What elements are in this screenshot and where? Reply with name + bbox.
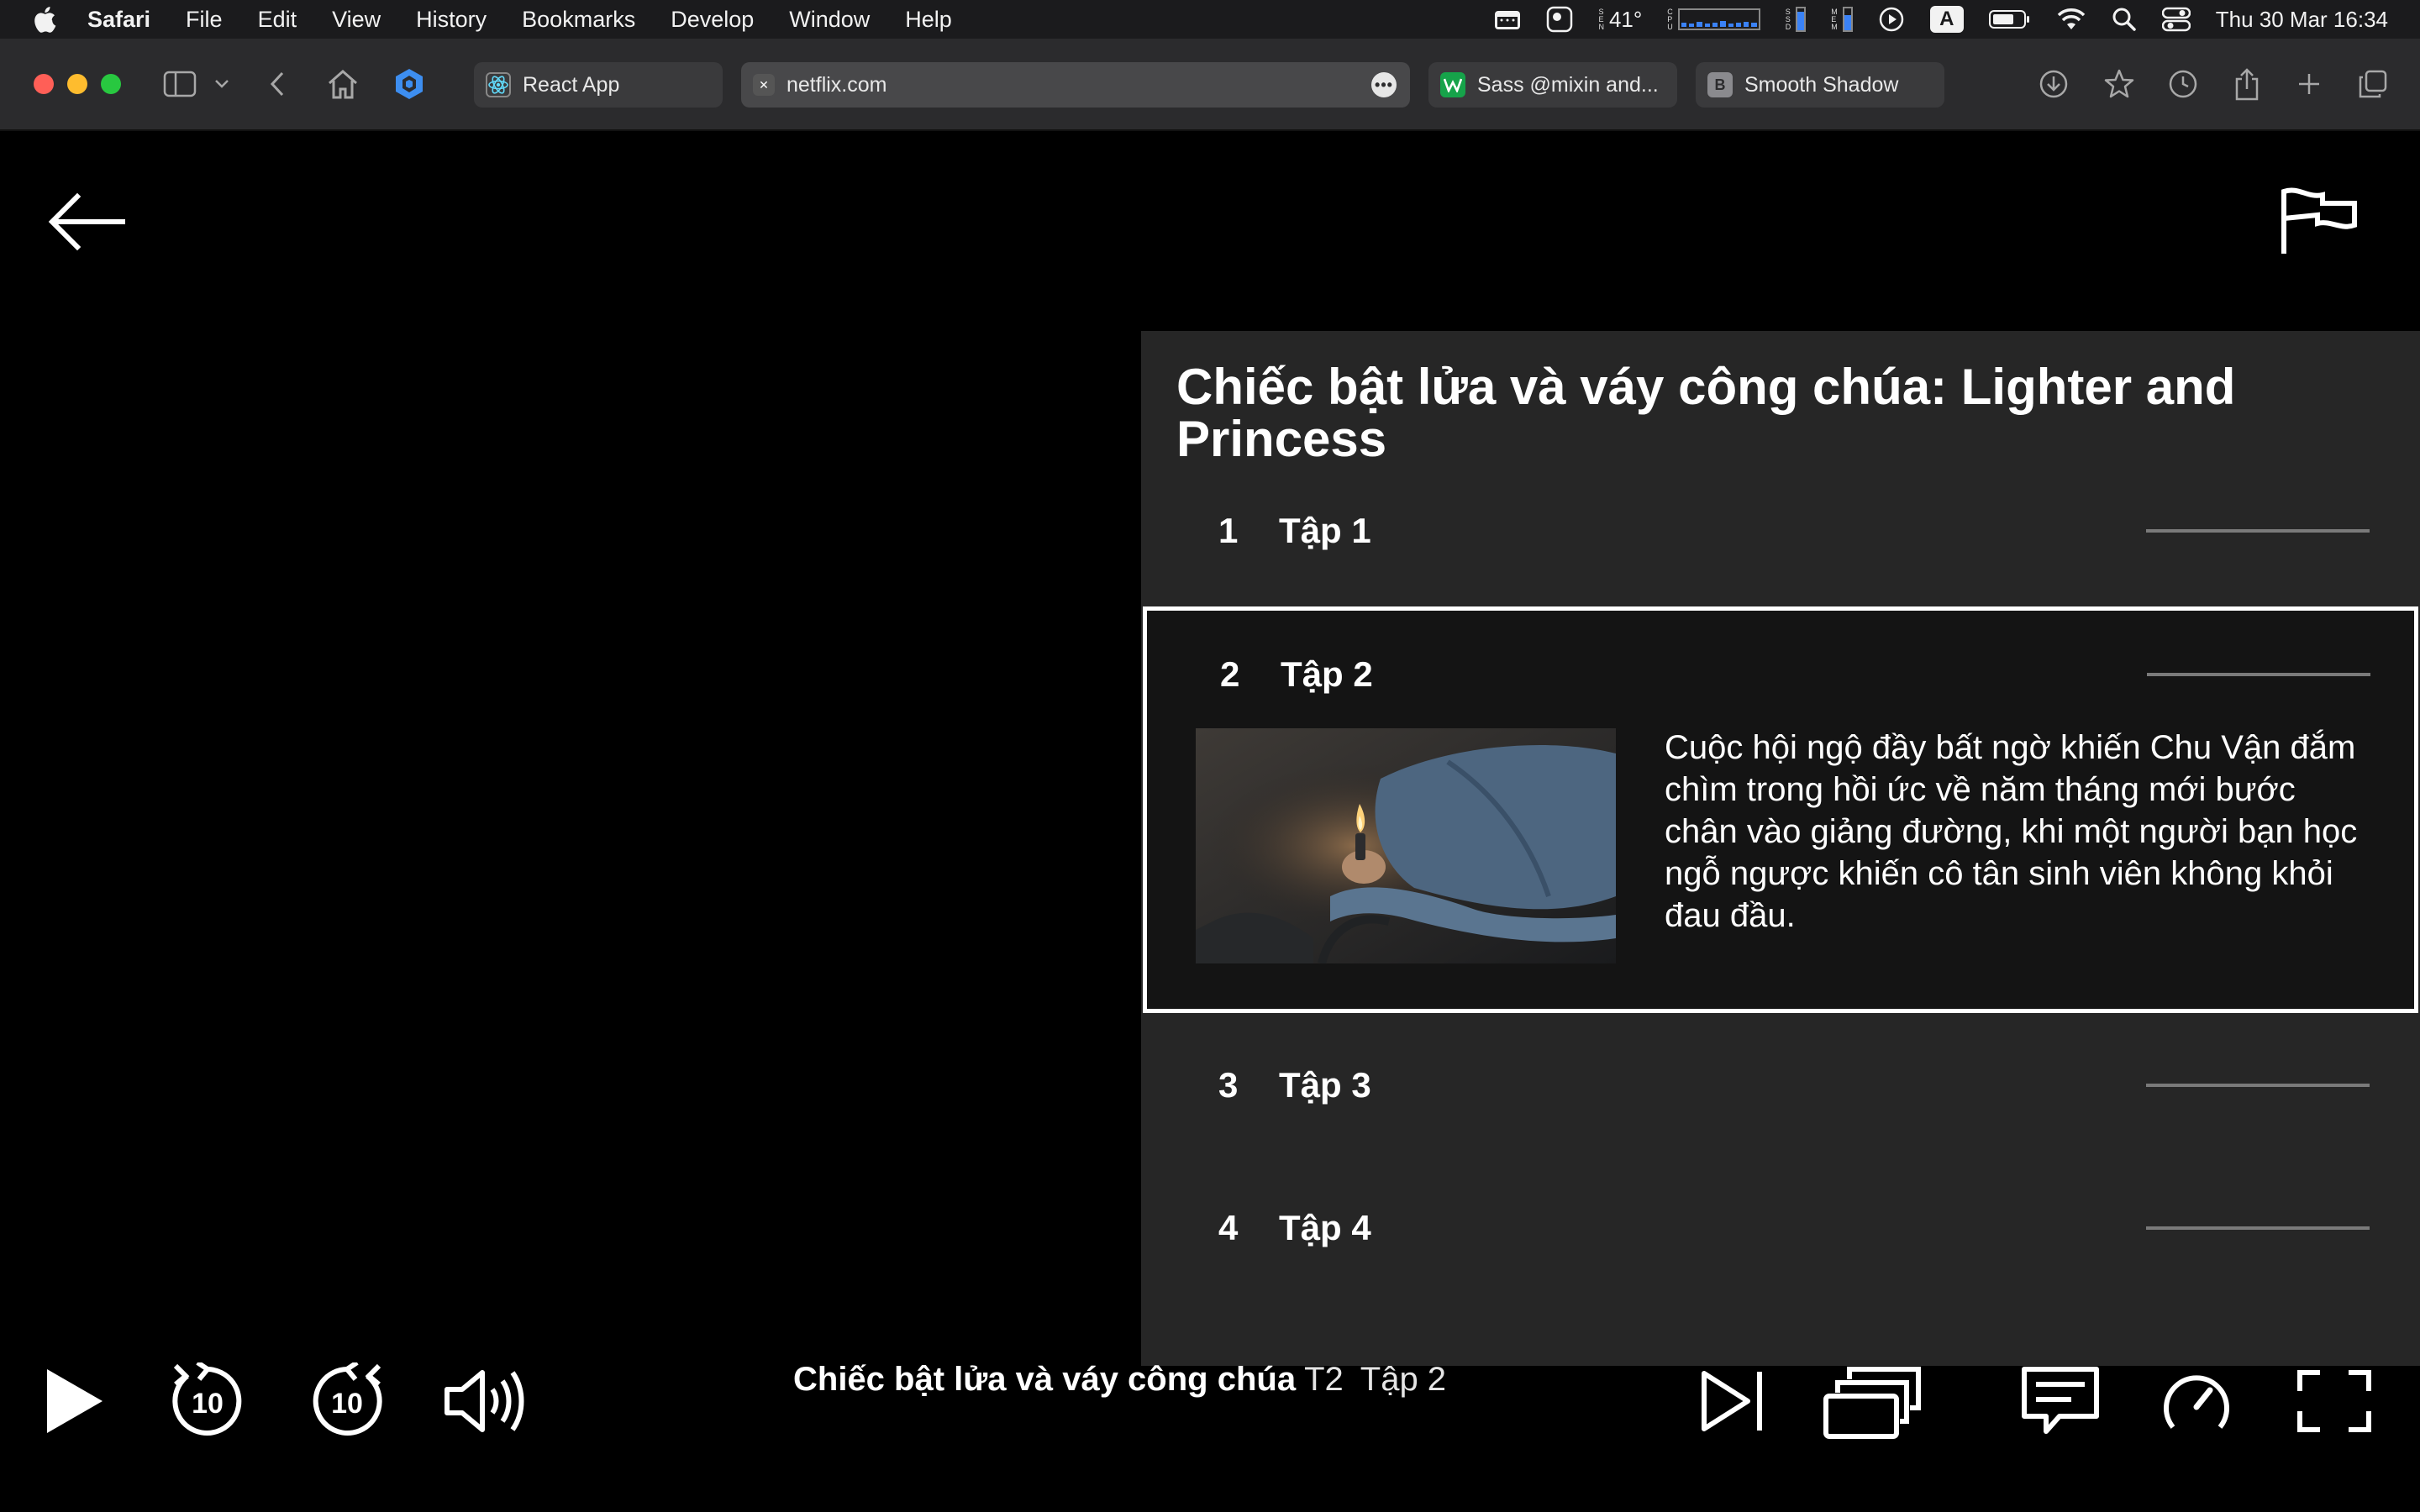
home-icon[interactable] bbox=[323, 64, 363, 104]
bookmark-star-icon[interactable] bbox=[2099, 64, 2139, 104]
episode-row[interactable]: 1 Tập 1 bbox=[1141, 459, 2420, 601]
episode-progress-bar bbox=[2146, 529, 2370, 533]
screen-record-status-icon[interactable] bbox=[1546, 6, 1573, 33]
apple-logo-icon[interactable] bbox=[32, 6, 57, 33]
minimize-window-button[interactable] bbox=[67, 74, 87, 94]
back-chevron-icon[interactable] bbox=[257, 64, 297, 104]
episode-progress-bar bbox=[2146, 1084, 2370, 1087]
calendar-status-icon[interactable] bbox=[1494, 8, 1521, 30]
ssd-monitor[interactable]: SSD bbox=[1786, 7, 1807, 32]
mem-label: MEM bbox=[1831, 7, 1838, 31]
volume-icon[interactable] bbox=[444, 1361, 524, 1441]
playback-speed-icon[interactable] bbox=[2156, 1361, 2237, 1441]
rewind-10-icon[interactable]: 10 bbox=[166, 1361, 249, 1441]
ssd-label: SSD bbox=[1785, 7, 1791, 31]
share-icon[interactable] bbox=[2227, 64, 2267, 104]
wifi-icon[interactable] bbox=[2056, 8, 2086, 31]
menu-file[interactable]: File bbox=[186, 7, 223, 33]
subtitles-audio-icon[interactable] bbox=[2020, 1361, 2101, 1441]
safari-toolbar: React App ✕ netflix.com ••• Sass @mixin … bbox=[0, 39, 2420, 131]
episode-title: Tập 1 bbox=[1279, 511, 1371, 550]
menu-bookmarks[interactable]: Bookmarks bbox=[522, 7, 635, 33]
now-playing-title: Chiếc bật lửa và váy công chúa T2 Tập 2 bbox=[793, 1361, 1446, 1399]
tab-smooth-shadow[interactable]: B Smooth Shadow bbox=[1696, 62, 1944, 108]
menu-edit[interactable]: Edit bbox=[258, 7, 297, 33]
tab-sass-mixin[interactable]: Sass @mixin and... bbox=[1428, 62, 1677, 108]
netflix-icon: ✕ bbox=[753, 74, 775, 96]
episode-number: 4 bbox=[1218, 1208, 1239, 1247]
episode-title: Tập 4 bbox=[1279, 1208, 1371, 1247]
episodes-list-icon[interactable] bbox=[1822, 1361, 1923, 1441]
panel-title: Chiếc bật lửa và váy công chúa: Lighter … bbox=[1176, 359, 2236, 467]
video-player[interactable]: Chiếc bật lửa và váy công chúa: Lighter … bbox=[0, 131, 2420, 1512]
play-icon[interactable] bbox=[39, 1361, 109, 1441]
tab-label: Smooth Shadow bbox=[1744, 72, 1899, 97]
episode-row[interactable]: 4 Tập 4 bbox=[1141, 1156, 2420, 1299]
battery-icon[interactable] bbox=[1988, 8, 2031, 30]
w-icon bbox=[1440, 72, 1465, 97]
input-source-icon[interactable]: A bbox=[1929, 6, 1964, 33]
history-clock-icon[interactable] bbox=[2163, 64, 2203, 104]
chevron-down-icon[interactable] bbox=[205, 64, 239, 104]
episode-title: Tập 2 bbox=[1281, 654, 1373, 694]
downloads-icon[interactable] bbox=[2033, 64, 2074, 104]
macos-menu-bar: Safari File Edit View History Bookmarks … bbox=[0, 0, 2420, 39]
menu-view[interactable]: View bbox=[332, 7, 381, 33]
forward-10-icon[interactable]: 10 bbox=[306, 1361, 388, 1441]
menu-window[interactable]: Window bbox=[789, 7, 870, 33]
sensor-label: SEN bbox=[1598, 7, 1604, 31]
tab-label: React App bbox=[523, 72, 620, 97]
control-center-icon[interactable] bbox=[2161, 7, 2191, 32]
ssd-bar bbox=[1796, 7, 1807, 32]
menubar-clock[interactable]: Thu 30 Mar 16:34 bbox=[2216, 7, 2388, 33]
menu-develop[interactable]: Develop bbox=[671, 7, 754, 33]
new-tab-plus-icon[interactable] bbox=[2289, 64, 2329, 104]
close-window-button[interactable] bbox=[34, 74, 54, 94]
b-icon: B bbox=[1707, 72, 1733, 97]
zoom-window-button[interactable] bbox=[101, 74, 121, 94]
now-playing-show: Chiếc bật lửa và váy công chúa bbox=[793, 1361, 1297, 1398]
tab-label: Sass @mixin and... bbox=[1477, 72, 1659, 97]
menu-help[interactable]: Help bbox=[905, 7, 952, 33]
episode-list-panel: Chiếc bật lửa và váy công chúa: Lighter … bbox=[1141, 331, 2420, 1366]
spotlight-search-icon[interactable] bbox=[2112, 7, 2137, 32]
episode-description: Cuộc hội ngộ đầy bất ngờ khiến Chu Vận đ… bbox=[1665, 729, 2358, 934]
temperature-sensor[interactable]: SEN 41° bbox=[1598, 7, 1642, 33]
tab-netflix[interactable]: ✕ netflix.com ••• bbox=[741, 62, 1410, 108]
episode-row[interactable]: 3 Tập 3 bbox=[1141, 1013, 2420, 1156]
episode-number: 2 bbox=[1220, 654, 1240, 694]
cpu-monitor[interactable]: CPU bbox=[1667, 8, 1760, 31]
tab-overview-icon[interactable] bbox=[2353, 64, 2393, 104]
temperature-value: 41° bbox=[1608, 6, 1643, 32]
next-episode-icon[interactable] bbox=[1697, 1361, 1770, 1441]
forward-seconds: 10 bbox=[331, 1388, 363, 1420]
episode-progress-bar bbox=[2146, 1226, 2370, 1230]
fullscreen-icon[interactable] bbox=[2294, 1361, 2375, 1441]
back-arrow-icon[interactable] bbox=[47, 190, 128, 254]
menu-app-name[interactable]: Safari bbox=[87, 7, 150, 33]
cpu-label: CPU bbox=[1667, 7, 1673, 31]
more-options-icon[interactable]: ••• bbox=[1371, 72, 1397, 97]
tab-label: netflix.com bbox=[786, 72, 887, 97]
sidebar-toggle-icon[interactable] bbox=[160, 64, 200, 104]
now-playing-status-icon[interactable] bbox=[1878, 6, 1905, 33]
react-icon bbox=[486, 72, 511, 97]
episode-number: 1 bbox=[1218, 511, 1239, 550]
episode-thumbnail[interactable] bbox=[1196, 728, 1616, 963]
rewind-seconds: 10 bbox=[192, 1388, 224, 1420]
report-flag-icon[interactable] bbox=[2279, 186, 2360, 255]
now-playing-season: T2 bbox=[1304, 1361, 1344, 1398]
episode-row-selected[interactable]: 2 Tập 2 Cuộc hội ngộ đầy bất ngờ khiến C… bbox=[1143, 606, 2418, 1013]
tab-react-app[interactable]: React App bbox=[474, 62, 723, 108]
episode-progress-bar bbox=[2147, 673, 2370, 676]
mem-bar bbox=[1842, 7, 1853, 32]
menu-history[interactable]: History bbox=[416, 7, 487, 33]
memory-monitor[interactable]: MEM bbox=[1831, 7, 1853, 32]
cpu-graph bbox=[1677, 8, 1760, 30]
now-playing-episode: Tập 2 bbox=[1360, 1361, 1447, 1398]
extension-icon[interactable] bbox=[389, 64, 429, 104]
episode-title: Tập 3 bbox=[1279, 1065, 1371, 1105]
episode-number: 3 bbox=[1218, 1065, 1239, 1105]
